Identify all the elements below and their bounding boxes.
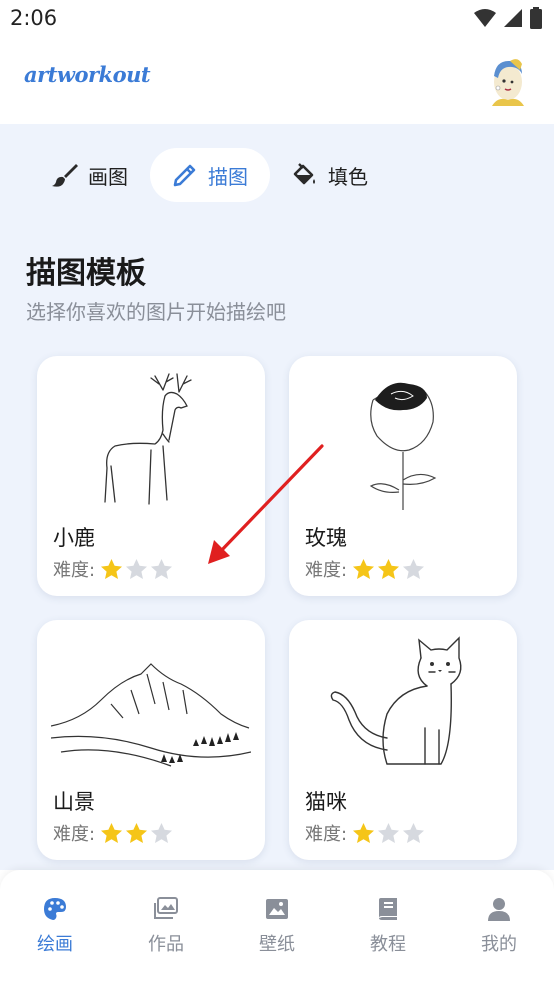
- difficulty-stars: [351, 557, 426, 582]
- star-empty-icon: [378, 822, 400, 843]
- pencil-icon: [173, 164, 196, 187]
- nav-label-paint: 绘画: [37, 934, 73, 955]
- bottom-nav: 绘画 作品 壁纸 教程 我的: [0, 870, 554, 984]
- nav-item-mine[interactable]: 我的: [449, 896, 549, 956]
- tab-fill-label: 填色: [328, 164, 368, 189]
- gallery-icon: [154, 897, 178, 919]
- nav-item-paint[interactable]: 绘画: [5, 896, 105, 956]
- nav-item-works[interactable]: 作品: [116, 896, 216, 956]
- palette-icon: [44, 898, 66, 920]
- cat-drawing: [303, 634, 503, 774]
- tab-trace-label: 描图: [208, 164, 248, 189]
- tab-fill[interactable]: 填色: [270, 148, 390, 202]
- tab-draw[interactable]: 画图: [30, 148, 150, 202]
- brush-icon: [52, 164, 78, 187]
- star-filled-icon: [353, 822, 375, 843]
- star-filled-icon: [101, 822, 123, 843]
- difficulty-stars: [99, 557, 174, 582]
- battery-icon: [530, 7, 542, 29]
- difficulty-stars: [99, 821, 174, 846]
- nav-label-tutorial: 教程: [370, 934, 406, 955]
- star-empty-icon: [126, 558, 148, 579]
- app-logo: artworkout: [24, 62, 151, 87]
- annotation-arrow-icon: [208, 444, 324, 564]
- star-filled-icon: [101, 558, 123, 579]
- star-empty-icon: [403, 822, 425, 843]
- status-icons: [474, 7, 542, 29]
- book-icon: [379, 898, 397, 920]
- template-name: 山景: [53, 790, 95, 814]
- image-icon: [266, 899, 288, 919]
- star-empty-icon: [403, 558, 425, 579]
- mode-tabs: 画图 描图 填色: [30, 148, 390, 202]
- template-name: 猫咪: [305, 790, 347, 814]
- nav-label-wallpaper: 壁纸: [259, 934, 295, 955]
- nav-label-works: 作品: [148, 934, 184, 955]
- tab-draw-label: 画图: [88, 164, 128, 189]
- nav-item-tutorial[interactable]: 教程: [338, 896, 438, 956]
- difficulty-stars: [351, 821, 426, 846]
- difficulty-rating: 难度:: [53, 820, 174, 846]
- nav-label-mine: 我的: [481, 934, 517, 955]
- star-filled-icon: [378, 558, 400, 579]
- rose-drawing: [303, 370, 503, 510]
- status-time: 2:06: [10, 6, 58, 30]
- avatar[interactable]: [484, 54, 532, 106]
- difficulty-label: 难度:: [53, 824, 96, 845]
- tab-trace[interactable]: 描图: [150, 148, 270, 202]
- paint-bucket-icon: [293, 163, 315, 185]
- difficulty-rating: 难度:: [53, 556, 174, 582]
- section-subtitle: 选择你喜欢的图片开始描绘吧: [26, 300, 286, 324]
- status-bar: 2:06: [0, 0, 554, 40]
- signal-icon: [504, 9, 522, 27]
- template-card-cat[interactable]: 猫咪 难度:: [289, 620, 517, 860]
- template-card-mountain[interactable]: 山景 难度:: [37, 620, 265, 860]
- main-content: 画图 描图 填色 描图模板 选择你喜欢的图片开始描绘吧 小鹿 难度: 玫瑰 难度…: [0, 124, 554, 870]
- wifi-icon: [474, 9, 496, 27]
- person-icon: [488, 898, 510, 921]
- difficulty-rating: 难度:: [305, 820, 426, 846]
- template-name: 小鹿: [53, 526, 95, 550]
- star-filled-icon: [126, 822, 148, 843]
- mountain-drawing: [51, 634, 251, 774]
- difficulty-label: 难度:: [53, 560, 96, 581]
- difficulty-label: 难度:: [305, 824, 348, 845]
- star-filled-icon: [353, 558, 375, 579]
- nav-item-wallpaper[interactable]: 壁纸: [227, 896, 327, 956]
- app-bar: artworkout: [0, 40, 554, 124]
- star-empty-icon: [151, 822, 173, 843]
- section-title: 描图模板: [26, 256, 146, 291]
- star-empty-icon: [151, 558, 173, 579]
